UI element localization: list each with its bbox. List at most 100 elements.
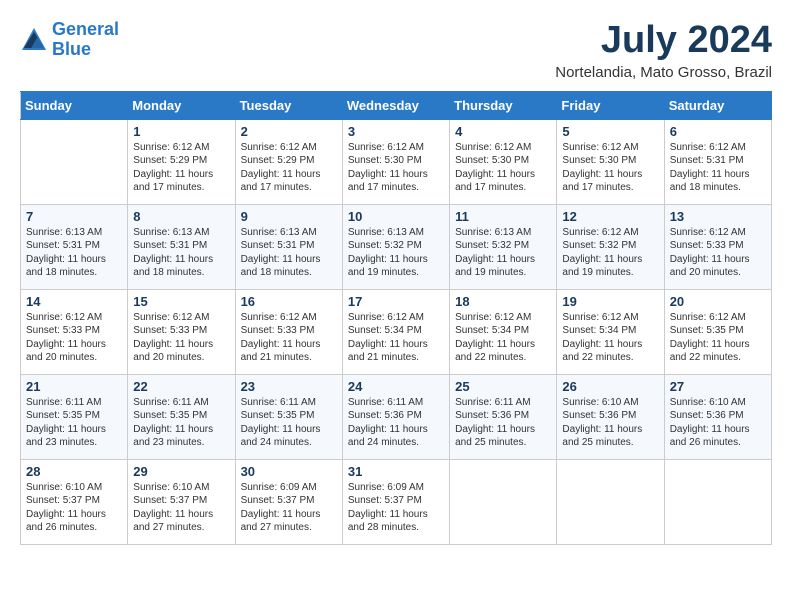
- day-info: Sunrise: 6:12 AMSunset: 5:34 PMDaylight:…: [562, 311, 658, 365]
- day-number: 18: [455, 294, 551, 309]
- calendar-cell: 2 Sunrise: 6:12 AMSunset: 5:29 PMDaylight…: [235, 119, 342, 204]
- day-number: 21: [26, 379, 122, 394]
- calendar-cell: 13 Sunrise: 6:12 AMSunset: 5:33 PMDayligh…: [664, 204, 771, 289]
- calendar-cell: 19 Sunrise: 6:12 AMSunset: 5:34 PMDayligh…: [557, 289, 664, 374]
- logo-icon: [20, 26, 48, 54]
- day-info: Sunrise: 6:11 AMSunset: 5:36 PMDaylight:…: [455, 396, 551, 450]
- day-info: Sunrise: 6:12 AMSunset: 5:34 PMDaylight:…: [455, 311, 551, 365]
- day-number: 30: [241, 464, 337, 479]
- calendar-cell: 16 Sunrise: 6:12 AMSunset: 5:33 PMDayligh…: [235, 289, 342, 374]
- day-info: Sunrise: 6:09 AMSunset: 5:37 PMDaylight:…: [241, 481, 337, 535]
- location: Nortelandia, Mato Grosso, Brazil: [555, 64, 772, 81]
- day-number: 10: [348, 209, 444, 224]
- day-number: 9: [241, 209, 337, 224]
- day-number: 2: [241, 124, 337, 139]
- page-header: General Blue July 2024 Nortelandia, Mato…: [20, 20, 772, 81]
- calendar-cell: 21 Sunrise: 6:11 AMSunset: 5:35 PMDayligh…: [21, 374, 128, 459]
- title-block: July 2024 Nortelandia, Mato Grosso, Braz…: [555, 20, 772, 81]
- calendar-cell: 12 Sunrise: 6:12 AMSunset: 5:32 PMDayligh…: [557, 204, 664, 289]
- calendar-week-row: 1 Sunrise: 6:12 AMSunset: 5:29 PMDaylight…: [21, 119, 772, 204]
- day-number: 13: [670, 209, 766, 224]
- day-number: 27: [670, 379, 766, 394]
- day-number: 6: [670, 124, 766, 139]
- calendar-cell: 3Sunrise: 6:12 AMSunset: 5:30 PMDaylight…: [342, 119, 449, 204]
- day-info: Sunrise: 6:12 AMSunset: 5:35 PMDaylight:…: [670, 311, 766, 365]
- calendar-cell: 28 Sunrise: 6:10 AMSunset: 5:37 PMDayligh…: [21, 459, 128, 544]
- logo-text: General Blue: [52, 20, 119, 60]
- day-number: 16: [241, 294, 337, 309]
- day-number: 25: [455, 379, 551, 394]
- calendar-cell: 11 Sunrise: 6:13 AMSunset: 5:32 PMDayligh…: [450, 204, 557, 289]
- calendar-week-row: 21 Sunrise: 6:11 AMSunset: 5:35 PMDayligh…: [21, 374, 772, 459]
- calendar-cell: 30 Sunrise: 6:09 AMSunset: 5:37 PMDayligh…: [235, 459, 342, 544]
- calendar-body: 1 Sunrise: 6:12 AMSunset: 5:29 PMDaylight…: [21, 119, 772, 544]
- calendar-cell: 4Sunrise: 6:12 AMSunset: 5:30 PMDaylight…: [450, 119, 557, 204]
- day-number: 3: [348, 124, 444, 139]
- day-info: Sunrise: 6:09 AMSunset: 5:37 PMDaylight:…: [348, 481, 444, 535]
- weekday-header-wednesday: Wednesday: [342, 91, 449, 119]
- day-info: Sunrise: 6:10 AMSunset: 5:37 PMDaylight:…: [133, 481, 229, 535]
- day-number: 5: [562, 124, 658, 139]
- day-info: Sunrise: 6:13 AMSunset: 5:31 PMDaylight:…: [133, 226, 229, 280]
- day-number: 11: [455, 209, 551, 224]
- calendar-cell: 24Sunrise: 6:11 AMSunset: 5:36 PMDayligh…: [342, 374, 449, 459]
- day-info: Sunrise: 6:11 AMSunset: 5:35 PMDaylight:…: [241, 396, 337, 450]
- day-info: Sunrise: 6:13 AMSunset: 5:32 PMDaylight:…: [455, 226, 551, 280]
- calendar-cell: 1 Sunrise: 6:12 AMSunset: 5:29 PMDaylight…: [128, 119, 235, 204]
- calendar-cell: 17 Sunrise: 6:12 AMSunset: 5:34 PMDayligh…: [342, 289, 449, 374]
- day-number: 22: [133, 379, 229, 394]
- calendar-cell: 6 Sunrise: 6:12 AMSunset: 5:31 PMDaylight…: [664, 119, 771, 204]
- day-info: Sunrise: 6:12 AMSunset: 5:34 PMDaylight:…: [348, 311, 444, 365]
- day-number: 1: [133, 124, 229, 139]
- day-info: Sunrise: 6:12 AMSunset: 5:33 PMDaylight:…: [133, 311, 229, 365]
- month-title: July 2024: [555, 20, 772, 62]
- day-info: Sunrise: 6:12 AMSunset: 5:30 PMDaylight:…: [562, 141, 658, 195]
- day-info: Sunrise: 6:12 AMSunset: 5:33 PMDaylight:…: [26, 311, 122, 365]
- day-number: 17: [348, 294, 444, 309]
- weekday-header-friday: Friday: [557, 91, 664, 119]
- weekday-header-sunday: Sunday: [21, 91, 128, 119]
- calendar-cell: 29Sunrise: 6:10 AMSunset: 5:37 PMDayligh…: [128, 459, 235, 544]
- day-info: Sunrise: 6:10 AMSunset: 5:37 PMDaylight:…: [26, 481, 122, 535]
- weekday-header-monday: Monday: [128, 91, 235, 119]
- calendar-cell: 22Sunrise: 6:11 AMSunset: 5:35 PMDayligh…: [128, 374, 235, 459]
- logo: General Blue: [20, 20, 119, 60]
- calendar-cell: [664, 459, 771, 544]
- calendar-cell: [21, 119, 128, 204]
- day-info: Sunrise: 6:12 AMSunset: 5:31 PMDaylight:…: [670, 141, 766, 195]
- calendar-cell: 7 Sunrise: 6:13 AMSunset: 5:31 PMDaylight…: [21, 204, 128, 289]
- day-info: Sunrise: 6:13 AMSunset: 5:31 PMDaylight:…: [241, 226, 337, 280]
- weekday-header-thursday: Thursday: [450, 91, 557, 119]
- calendar-week-row: 7 Sunrise: 6:13 AMSunset: 5:31 PMDaylight…: [21, 204, 772, 289]
- day-number: 7: [26, 209, 122, 224]
- day-info: Sunrise: 6:12 AMSunset: 5:30 PMDaylight:…: [455, 141, 551, 195]
- day-info: Sunrise: 6:10 AMSunset: 5:36 PMDaylight:…: [670, 396, 766, 450]
- day-number: 12: [562, 209, 658, 224]
- day-number: 28: [26, 464, 122, 479]
- day-info: Sunrise: 6:11 AMSunset: 5:35 PMDaylight:…: [26, 396, 122, 450]
- day-info: Sunrise: 6:11 AMSunset: 5:36 PMDaylight:…: [348, 396, 444, 450]
- calendar-cell: 27 Sunrise: 6:10 AMSunset: 5:36 PMDayligh…: [664, 374, 771, 459]
- day-info: Sunrise: 6:12 AMSunset: 5:32 PMDaylight:…: [562, 226, 658, 280]
- calendar-cell: 25 Sunrise: 6:11 AMSunset: 5:36 PMDayligh…: [450, 374, 557, 459]
- day-info: Sunrise: 6:13 AMSunset: 5:32 PMDaylight:…: [348, 226, 444, 280]
- day-info: Sunrise: 6:13 AMSunset: 5:31 PMDaylight:…: [26, 226, 122, 280]
- calendar-cell: 31 Sunrise: 6:09 AMSunset: 5:37 PMDayligh…: [342, 459, 449, 544]
- calendar-cell: 18 Sunrise: 6:12 AMSunset: 5:34 PMDayligh…: [450, 289, 557, 374]
- day-info: Sunrise: 6:12 AMSunset: 5:33 PMDaylight:…: [670, 226, 766, 280]
- day-number: 26: [562, 379, 658, 394]
- weekday-header-row: SundayMondayTuesdayWednesdayThursdayFrid…: [21, 91, 772, 119]
- day-number: 31: [348, 464, 444, 479]
- day-number: 14: [26, 294, 122, 309]
- day-info: Sunrise: 6:12 AMSunset: 5:29 PMDaylight:…: [133, 141, 229, 195]
- day-info: Sunrise: 6:12 AMSunset: 5:33 PMDaylight:…: [241, 311, 337, 365]
- day-info: Sunrise: 6:12 AMSunset: 5:29 PMDaylight:…: [241, 141, 337, 195]
- calendar-table: SundayMondayTuesdayWednesdayThursdayFrid…: [20, 91, 772, 545]
- calendar-cell: 9 Sunrise: 6:13 AMSunset: 5:31 PMDaylight…: [235, 204, 342, 289]
- day-number: 20: [670, 294, 766, 309]
- calendar-cell: 14 Sunrise: 6:12 AMSunset: 5:33 PMDayligh…: [21, 289, 128, 374]
- day-number: 23: [241, 379, 337, 394]
- weekday-header-saturday: Saturday: [664, 91, 771, 119]
- calendar-cell: 23 Sunrise: 6:11 AMSunset: 5:35 PMDayligh…: [235, 374, 342, 459]
- day-number: 19: [562, 294, 658, 309]
